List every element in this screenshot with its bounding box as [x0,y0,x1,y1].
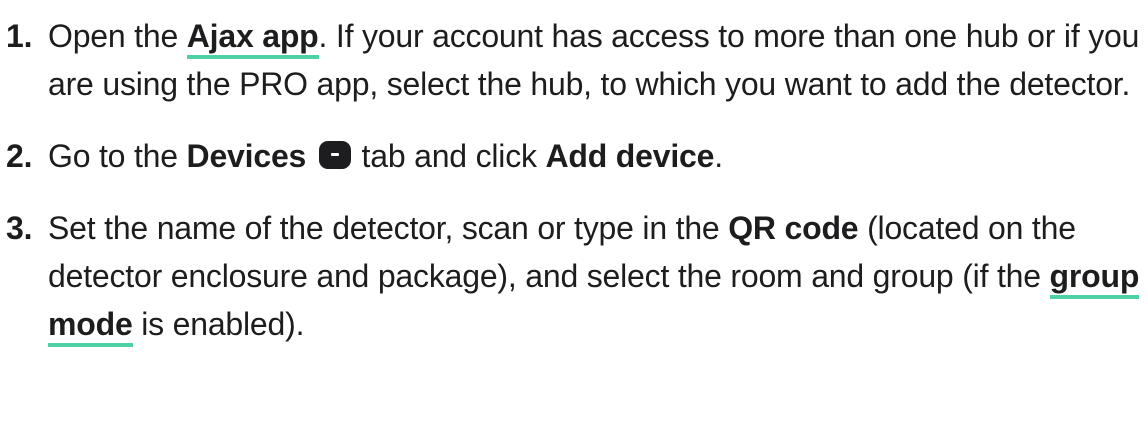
step-text-segment: Open the [48,18,187,54]
step-text-segment: is enabled). [132,306,305,342]
step-1: 1. Open the Ajax app. If your account ha… [0,12,1148,108]
step-2: 2. Go to the Devices tab and click Add d… [0,132,1148,180]
step-text-segment: tab and click [352,138,546,174]
add-device-label: Add device [545,138,715,174]
devices-icon [318,141,351,169]
step-text-segment: Set the name of the detector, scan or ty… [48,210,729,246]
instruction-list: 1. Open the Ajax app. If your account ha… [0,0,1148,348]
step-text-segment: . [714,138,723,174]
step-number: 1. [6,18,33,54]
step-3: 3. Set the name of the detector, scan or… [0,204,1148,348]
ajax-app-link[interactable]: Ajax app [186,18,319,59]
step-number: 2. [6,138,33,174]
step-number: 3. [6,210,33,246]
step-text-segment: Go to the [48,138,187,174]
qr-code-label: QR code [728,210,859,246]
devices-tab-label: Devices [186,138,307,174]
